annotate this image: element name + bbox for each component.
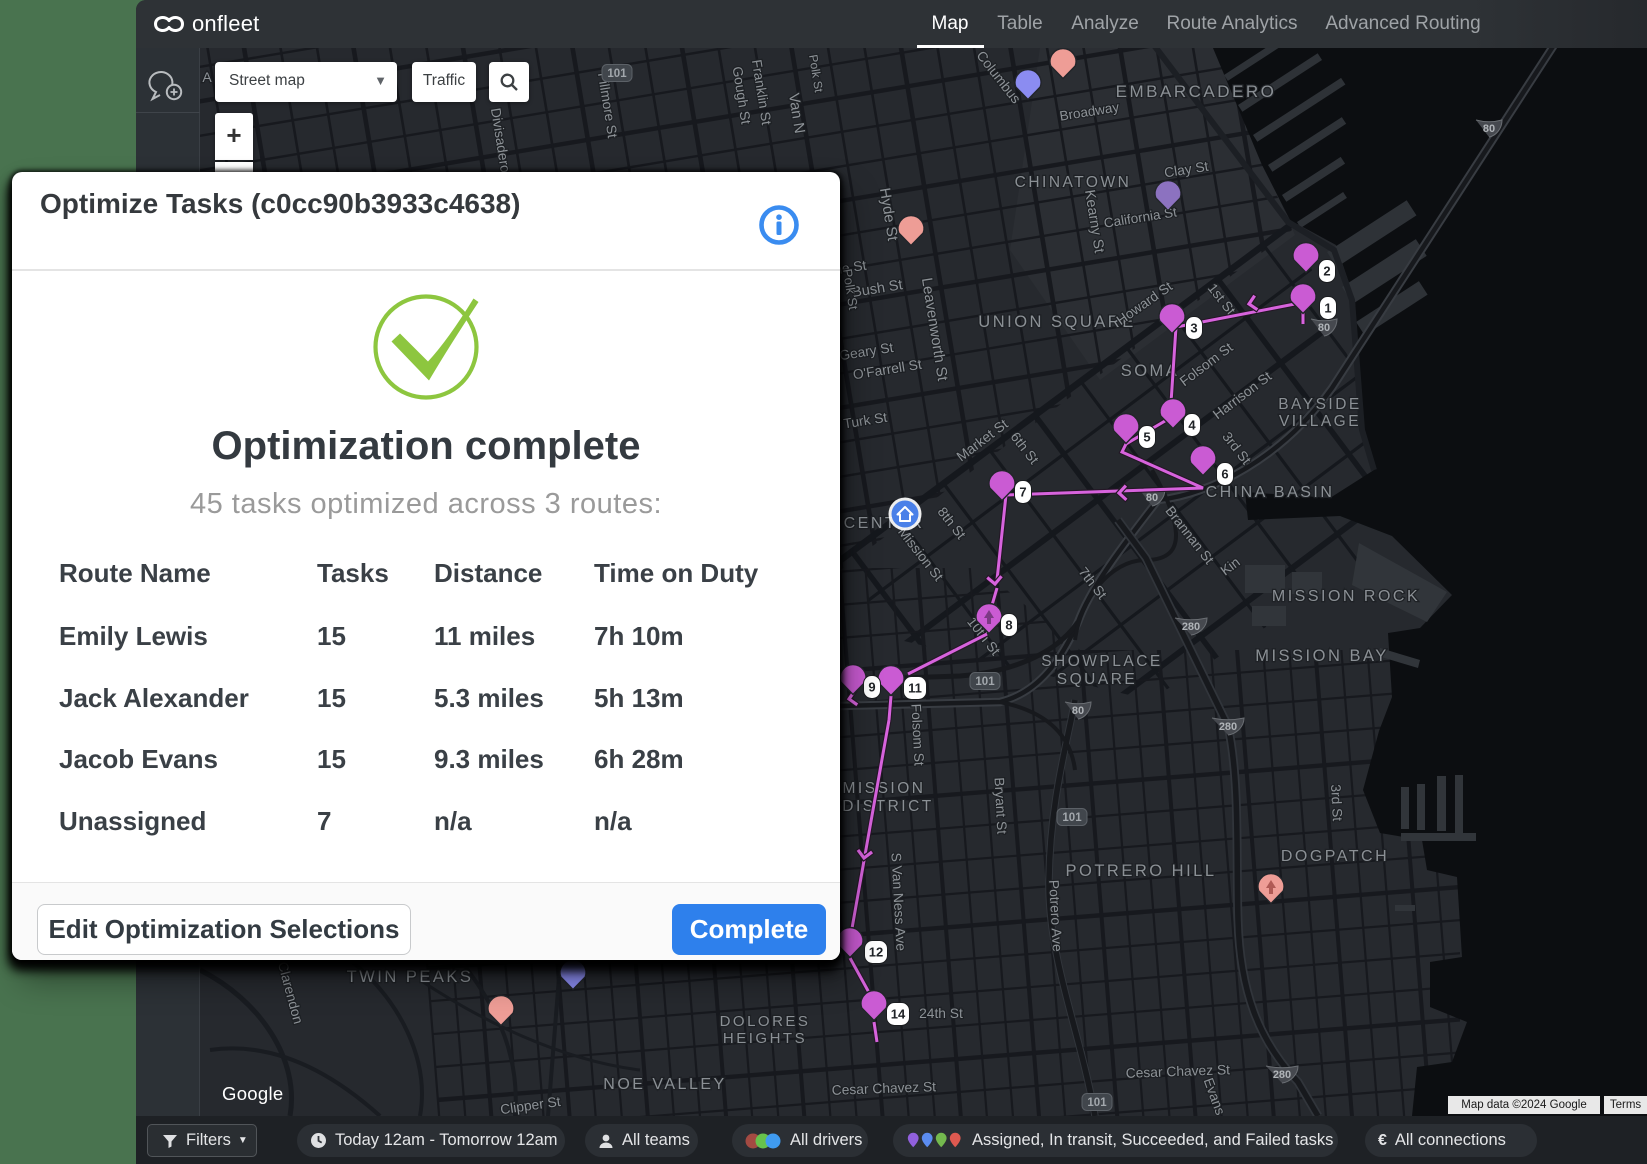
svg-text:280: 280 bbox=[1219, 721, 1237, 733]
svg-text:EMBARCADERO: EMBARCADERO bbox=[1116, 82, 1277, 101]
svg-text:SHOWPLACE: SHOWPLACE bbox=[1041, 653, 1163, 670]
svg-text:MISSION BAY: MISSION BAY bbox=[1255, 647, 1389, 665]
svg-text:80: 80 bbox=[1072, 705, 1084, 717]
svg-text:CHINATOWN: CHINATOWN bbox=[1015, 174, 1132, 191]
svg-text:7: 7 bbox=[1019, 485, 1026, 500]
svg-text:9: 9 bbox=[868, 680, 875, 695]
svg-text:DOGPATCH: DOGPATCH bbox=[1281, 848, 1389, 865]
svg-text:3rd St: 3rd St bbox=[1328, 784, 1345, 822]
svg-text:101: 101 bbox=[1062, 812, 1082, 824]
svg-text:80: 80 bbox=[1146, 492, 1158, 504]
svg-text:101: 101 bbox=[607, 68, 627, 80]
svg-text:MISSION: MISSION bbox=[843, 780, 926, 797]
svg-text:NOE VALLEY: NOE VALLEY bbox=[603, 1076, 726, 1093]
svg-text:80: 80 bbox=[1318, 322, 1330, 334]
svg-text:CHINA BASIN: CHINA BASIN bbox=[1206, 484, 1335, 501]
svg-text:5: 5 bbox=[1143, 430, 1150, 445]
svg-text:BAYSIDE: BAYSIDE bbox=[1278, 396, 1362, 413]
svg-text:MISSION ROCK: MISSION ROCK bbox=[1272, 588, 1420, 605]
svg-text:101: 101 bbox=[1087, 1097, 1107, 1109]
svg-text:SQUARE: SQUARE bbox=[1057, 671, 1137, 688]
svg-text:80: 80 bbox=[1483, 123, 1495, 135]
svg-text:A: A bbox=[202, 69, 212, 85]
svg-text:101: 101 bbox=[975, 676, 995, 688]
svg-text:Bryant St: Bryant St bbox=[992, 777, 1010, 835]
svg-text:1: 1 bbox=[1324, 301, 1331, 316]
svg-text:DISTRICT: DISTRICT bbox=[842, 798, 933, 815]
svg-text:Google: Google bbox=[222, 1083, 283, 1104]
svg-text:6: 6 bbox=[1221, 467, 1228, 482]
svg-text:4: 4 bbox=[1188, 418, 1196, 433]
svg-text:280: 280 bbox=[1182, 621, 1200, 633]
svg-text:280: 280 bbox=[1273, 1069, 1291, 1081]
svg-text:POTRERO HILL: POTRERO HILL bbox=[1065, 862, 1216, 880]
svg-text:HEIGHTS: HEIGHTS bbox=[723, 1030, 807, 1047]
svg-text:TWIN PEAKS: TWIN PEAKS bbox=[347, 968, 474, 986]
svg-text:14: 14 bbox=[891, 1007, 906, 1022]
svg-text:3: 3 bbox=[1190, 321, 1197, 336]
svg-text:VILLAGE: VILLAGE bbox=[1279, 413, 1361, 430]
svg-text:11: 11 bbox=[908, 681, 922, 696]
svg-text:DOLORES: DOLORES bbox=[720, 1013, 811, 1030]
svg-text:12: 12 bbox=[869, 945, 883, 960]
svg-text:24th St: 24th St bbox=[919, 1006, 963, 1021]
svg-text:UNION SQUARE: UNION SQUARE bbox=[978, 313, 1135, 331]
svg-text:2: 2 bbox=[1323, 264, 1330, 279]
svg-text:8: 8 bbox=[1005, 618, 1012, 633]
